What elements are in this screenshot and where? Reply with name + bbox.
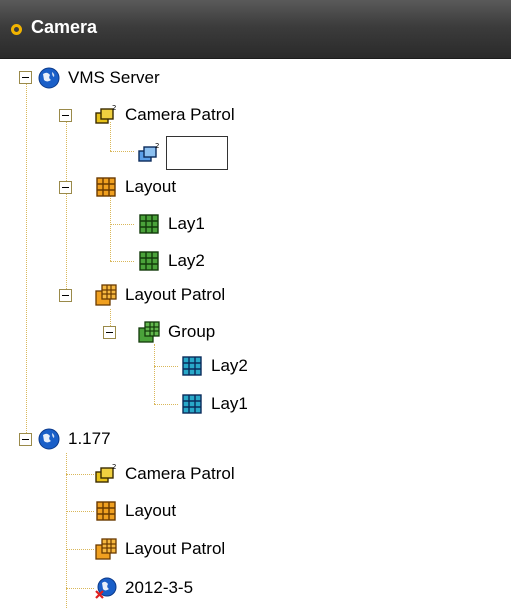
header-bullet-icon (11, 24, 22, 35)
camera-patrol-icon: 2 (138, 142, 159, 162)
tree-node-label: Layout (125, 501, 177, 520)
tree-node-label: 1.177 (68, 429, 111, 448)
layout-grid-icon (96, 177, 116, 197)
rename-input[interactable] (166, 136, 228, 170)
tree-node-2012-3-5[interactable]: 2012-3-5 (95, 574, 193, 602)
layout-patrol-icon (95, 284, 117, 306)
tree-node-lay2[interactable]: Lay2 (138, 247, 205, 275)
svg-text:2: 2 (112, 463, 116, 471)
tree-node-label: 2012-3-5 (125, 578, 194, 597)
collapse-toggle-layout[interactable] (59, 181, 72, 194)
collapse-toggle-group[interactable] (103, 326, 116, 339)
panel-title: Camera (31, 17, 98, 37)
collapse-toggle-camera-patrol[interactable] (59, 109, 72, 122)
tree-node-camera-patrol[interactable]: 2 Camera Patrol (95, 101, 235, 129)
tree-node-label: Lay2 (168, 251, 205, 270)
layout-grid-icon (96, 501, 116, 521)
tree-node-lay1[interactable]: Lay1 (138, 210, 205, 238)
tree-node-label: VMS Server (68, 68, 160, 87)
collapse-toggle-vms-server[interactable] (19, 71, 32, 84)
tree-node-label: Lay1 (211, 394, 248, 413)
svg-text:2: 2 (112, 104, 116, 112)
tree-node-renaming[interactable]: 2 (138, 135, 228, 171)
tree-node-group-lay2[interactable]: Lay2 (181, 352, 248, 380)
collapse-toggle-layout-patrol[interactable] (59, 289, 72, 302)
layout-item-icon (182, 356, 202, 376)
tree-node-label: Camera Patrol (125, 105, 235, 124)
tree-node-vms-server[interactable]: VMS Server (38, 64, 160, 92)
device-tree[interactable]: VMS Server 2 Camera Patrol 2 Layout Lay1… (0, 59, 511, 608)
globe-icon (38, 428, 60, 450)
tree-node-label: Lay1 (168, 214, 205, 233)
tree-node-label: Camera Patrol (125, 464, 235, 483)
globe-offline-icon (95, 577, 117, 599)
tree-node-label: Layout Patrol (125, 539, 226, 558)
tree-node-label: Layout Patrol (125, 285, 226, 304)
camera-patrol-icon: 2 (95, 463, 116, 483)
layout-patrol-icon (95, 538, 117, 560)
collapse-toggle-1-177[interactable] (19, 433, 32, 446)
tree-node-label: Lay2 (211, 356, 248, 375)
camera-patrol-icon: 2 (95, 104, 116, 124)
tree-node-camera-patrol-2[interactable]: 2 Camera Patrol (95, 460, 235, 488)
globe-icon (38, 67, 60, 89)
panel-header: Camera (0, 0, 511, 59)
svg-text:2: 2 (155, 142, 159, 150)
tree-node-label: Group (168, 322, 216, 341)
tree-node-layout[interactable]: Layout (95, 173, 176, 201)
tree-node-label: Layout (125, 177, 177, 196)
tree-node-group[interactable]: Group (138, 318, 215, 346)
tree-node-layout-2[interactable]: Layout (95, 497, 176, 525)
layout-item-icon (139, 251, 159, 271)
tree-node-1-177[interactable]: 1.177 (38, 425, 111, 453)
layout-item-icon (182, 394, 202, 414)
layout-patrol-icon (138, 321, 160, 343)
tree-node-layout-patrol-2[interactable]: Layout Patrol (95, 535, 225, 563)
tree-node-group-lay1[interactable]: Lay1 (181, 390, 248, 418)
layout-item-icon (139, 214, 159, 234)
tree-node-layout-patrol[interactable]: Layout Patrol (95, 281, 225, 309)
